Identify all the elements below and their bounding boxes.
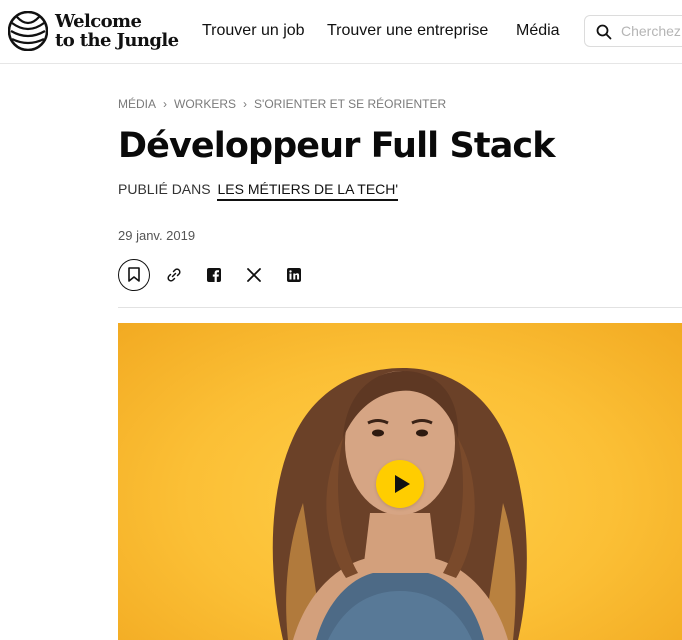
linkedin-icon[interactable] (286, 267, 302, 283)
nav-media[interactable]: Média (516, 22, 560, 40)
bookmark-icon (128, 267, 140, 282)
search-input[interactable] (621, 22, 682, 40)
play-button[interactable] (376, 460, 424, 508)
chevron-right-icon: › (243, 97, 248, 111)
hero-video[interactable] (118, 323, 682, 640)
breadcrumb-orientation[interactable]: S'ORIENTER ET SE RÉORIENTER (254, 97, 446, 111)
play-icon (395, 475, 410, 493)
nav-find-job[interactable]: Trouver un job (202, 22, 305, 40)
brand-line-2: to the Jungle (55, 30, 179, 51)
breadcrumb-media[interactable]: MÉDIA (118, 97, 156, 111)
category-link[interactable]: LES MÉTIERS DE LA TECH' (217, 181, 399, 201)
brand-wordmark[interactable]: Welcome to the Jungle (55, 11, 179, 51)
chevron-right-icon: › (163, 97, 168, 111)
breadcrumb: MÉDIA › WORKERS › S'ORIENTER ET SE RÉORIENTE… (118, 97, 446, 111)
published-in: PUBLIÉ DANS LES MÉTIERS DE LA TECH' (118, 181, 399, 201)
brand-line-1: Welcome (55, 11, 142, 32)
link-icon[interactable] (166, 267, 182, 283)
logo-icon[interactable] (8, 11, 48, 51)
search-icon (596, 24, 612, 40)
divider (118, 307, 682, 308)
site-header: Welcome to the Jungle Trouver un job Tro… (0, 0, 682, 64)
published-prefix: PUBLIÉ DANS (118, 181, 211, 197)
x-icon[interactable] (246, 267, 262, 283)
publish-date: 29 janv. 2019 (118, 228, 196, 243)
facebook-icon[interactable] (206, 267, 222, 283)
nav-find-company[interactable]: Trouver une entreprise (327, 22, 488, 40)
search-box[interactable] (584, 15, 682, 47)
page-title: Développeur Full Stack (118, 126, 556, 166)
bookmark-button[interactable] (118, 259, 150, 291)
breadcrumb-workers[interactable]: WORKERS (174, 97, 236, 111)
